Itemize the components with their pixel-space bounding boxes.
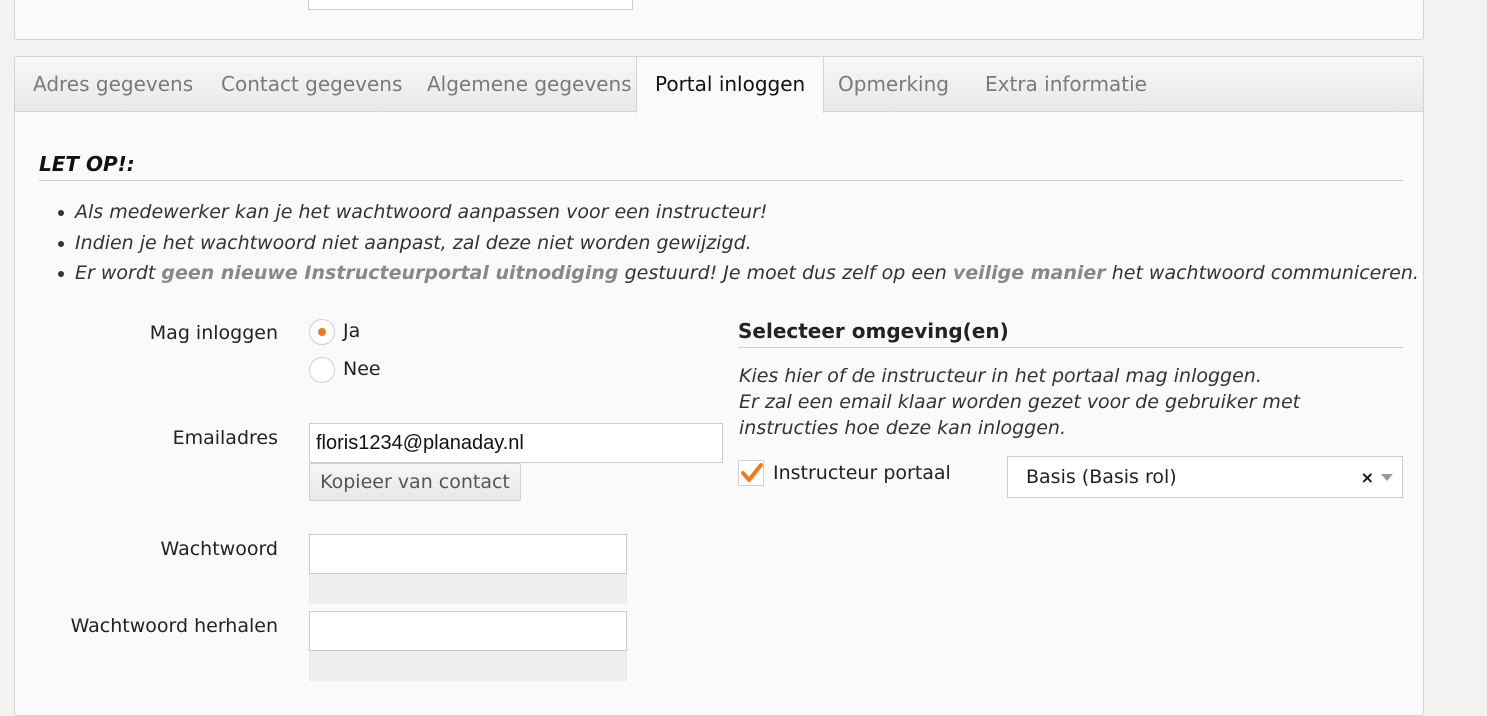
notice-text: gestuurd! Je moet dus zelf op een [618, 262, 953, 284]
environment-divider [738, 347, 1403, 348]
checkmark-icon [741, 463, 763, 482]
radio-selected-dot [318, 328, 326, 336]
notice-list: Als medewerker kan je het wachtwoord aan… [58, 198, 1419, 290]
radio-ja-label: Ja [343, 320, 361, 342]
password-repeat-strength-bar [309, 651, 627, 681]
main-panel: Adres gegevens Contact gegevens Algemene… [14, 56, 1424, 716]
email-input[interactable]: floris1234@planaday.nl [309, 423, 723, 463]
notice-item: Er wordt geen nieuwe Instructeurportal u… [58, 259, 1419, 290]
notice-divider [39, 180, 1403, 181]
tab-extra-informatie[interactable]: Extra informatie [985, 57, 1147, 112]
notice-highlight: geen nieuwe Instructeurportal uitnodigin… [161, 262, 619, 284]
role-select[interactable]: Basis (Basis rol) × [1007, 456, 1403, 498]
notice-text: het wachtwoord communiceren. [1105, 262, 1419, 284]
environment-description-line: Kies hier of de instructeur in het porta… [739, 365, 1262, 387]
tab-contact-gegevens[interactable]: Contact gegevens [221, 57, 402, 112]
previous-panel [14, 0, 1424, 40]
password-input[interactable] [309, 534, 627, 574]
password-strength-bar [309, 574, 627, 604]
password-repeat-label: Wachtwoord herhalen [70, 615, 278, 637]
instructeur-portaal-checkbox[interactable] [738, 460, 764, 486]
login-label: Mag inloggen [149, 322, 278, 344]
tab-opmerking[interactable]: Opmerking [838, 57, 949, 112]
tab-adres-gegevens[interactable]: Adres gegevens [33, 57, 193, 112]
notice-item: Als medewerker kan je het wachtwoord aan… [58, 198, 1419, 229]
clear-icon[interactable]: × [1361, 457, 1374, 499]
environment-title: Selecteer omgeving(en) [738, 319, 1009, 343]
radio-circle[interactable] [309, 357, 335, 383]
notice-highlight: veilige manier [952, 262, 1106, 284]
chevron-down-icon[interactable] [1381, 474, 1393, 481]
radio-nee-label: Nee [343, 358, 381, 380]
instructeur-portaal-label: Instructeur portaal [773, 462, 951, 484]
previous-input[interactable] [308, 0, 633, 10]
email-label: Emailadres [172, 427, 278, 449]
environment-description-line: Er zal een email klaar worden gezet voor… [739, 391, 1301, 439]
environment-description: Kies hier of de instructeur in het porta… [739, 363, 1399, 441]
tab-bar: Adres gegevens Contact gegevens Algemene… [15, 57, 1423, 113]
notice-title: LET OP!: [39, 152, 135, 176]
role-select-value: Basis (Basis rol) [1026, 466, 1177, 488]
radio-circle[interactable] [309, 319, 335, 345]
notice-item: Indien je het wachtwoord niet aanpast, z… [58, 229, 1419, 260]
password-label: Wachtwoord [160, 538, 278, 560]
notice-text: Er wordt [75, 262, 162, 284]
password-repeat-input[interactable] [309, 611, 627, 651]
tab-algemene-gegevens[interactable]: Algemene gegevens [427, 57, 632, 112]
copy-from-contact-button[interactable]: Kopieer van contact [309, 463, 521, 501]
tab-portal-inloggen[interactable]: Portal inloggen [636, 57, 825, 113]
